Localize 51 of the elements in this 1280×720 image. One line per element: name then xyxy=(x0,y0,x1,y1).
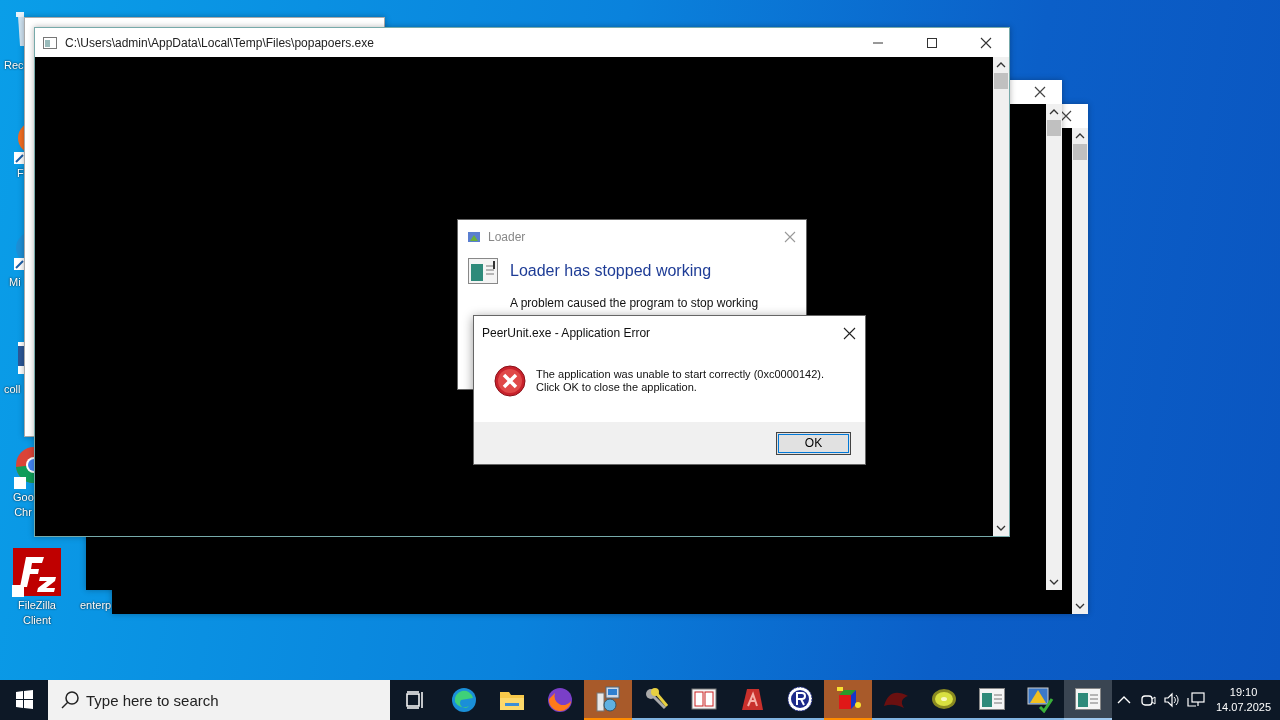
desktop-icon-label[interactable]: F xyxy=(17,166,24,181)
dialog-heading: Loader has stopped working xyxy=(510,262,712,280)
clock-time[interactable]: 19:10 xyxy=(1229,685,1258,700)
desktop-icon-label[interactable]: coll xyxy=(4,382,21,397)
close-icon[interactable] xyxy=(1060,110,1072,122)
network-icon[interactable] xyxy=(1186,690,1206,710)
warning-monitor-icon xyxy=(1026,685,1054,713)
scrollbar-thumb[interactable] xyxy=(994,73,1008,89)
close-icon[interactable] xyxy=(980,36,992,49)
error-message: Click OK to close the application. xyxy=(536,381,698,394)
program-window-icon xyxy=(468,258,498,284)
search-icon xyxy=(60,690,80,710)
volume-icon[interactable] xyxy=(1162,690,1182,710)
scrollbar[interactable] xyxy=(1072,128,1088,614)
clock-date[interactable]: 14.07.2025 xyxy=(1216,700,1272,715)
maximize-icon[interactable] xyxy=(926,36,938,49)
kiwi-icon xyxy=(931,686,957,712)
taskbar-app-button[interactable] xyxy=(824,680,872,720)
error-message: The application was unable to start correctly (0xc0000142). xyxy=(536,368,824,381)
scrollbar[interactable] xyxy=(993,57,1009,536)
app-icon xyxy=(466,229,482,245)
scrollbar-thumb[interactable] xyxy=(1073,144,1087,160)
r-logo-icon xyxy=(787,686,813,712)
desktop-icon-label[interactable]: Goo Chr xyxy=(13,490,33,520)
desktop-icon-label[interactable]: enterp xyxy=(80,598,112,613)
folder-icon xyxy=(499,689,525,711)
browser-icon xyxy=(451,687,477,713)
scrollbar-thumb[interactable] xyxy=(1047,120,1061,136)
installer-icon xyxy=(594,685,622,713)
dialog-title: PeerUnit.exe - Application Error xyxy=(482,326,651,340)
calendar-icon xyxy=(691,688,717,710)
taskbar-app-button[interactable] xyxy=(1064,680,1112,720)
console-icon xyxy=(43,36,57,49)
program-window-icon xyxy=(1075,688,1101,710)
desktop-icon-label[interactable]: Mi xyxy=(9,275,21,290)
close-icon[interactable] xyxy=(843,326,856,340)
desktop-icon-label[interactable]: FileZilla Client xyxy=(6,598,68,628)
filezilla-icon[interactable] xyxy=(12,547,62,597)
close-icon[interactable] xyxy=(1034,86,1046,98)
keys-icon xyxy=(643,686,669,712)
ok-button[interactable]: OK xyxy=(776,431,851,455)
dialog-title: Loader xyxy=(488,230,526,244)
dialog-message: A problem caused the program to stop working xyxy=(509,295,760,310)
window-title: C:\Users\admin\AppData\Local\Temp\Files\popapoers.exe xyxy=(65,35,374,50)
search-field[interactable]: Type here to search xyxy=(48,680,390,720)
program-window-icon xyxy=(979,688,1005,710)
document-app-icon xyxy=(739,686,765,712)
error-icon xyxy=(494,365,526,397)
browser-icon xyxy=(547,687,573,713)
desktop-icon-label[interactable]: Rec xyxy=(4,58,24,73)
scrollbar[interactable] xyxy=(1046,104,1062,590)
